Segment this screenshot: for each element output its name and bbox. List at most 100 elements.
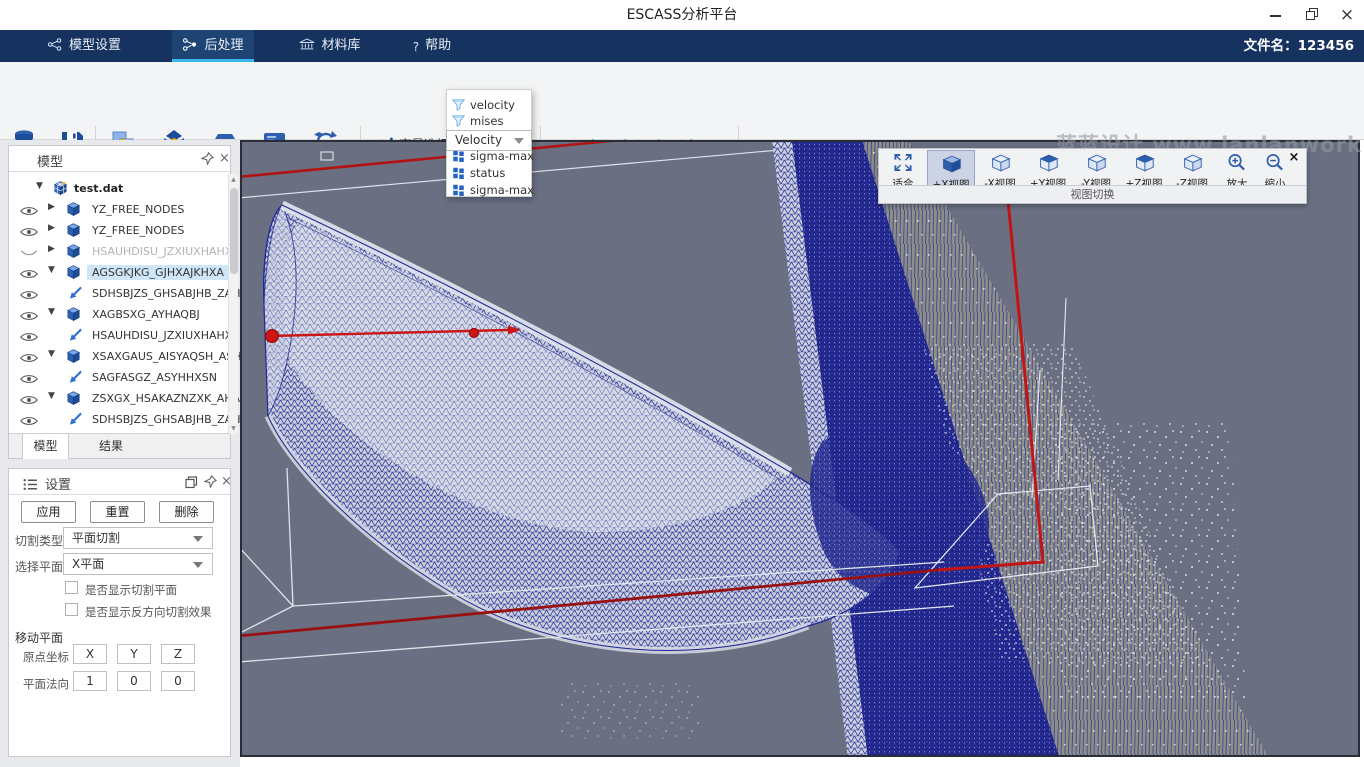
scroll-up-icon[interactable]: ▲: [229, 176, 238, 183]
tree-item-label[interactable]: AGSGKJKG_GJHXAJKHXA: [87, 265, 229, 280]
cube-icon: [65, 348, 82, 364]
view-toolbar: 适合 +X视图 -X视图 +Y视图 -Y视图 +Z视图 -Z视图 放大 缩小 ×…: [878, 148, 1307, 204]
origin-x-input[interactable]: [73, 644, 107, 664]
tab-result[interactable]: 结果: [81, 434, 141, 459]
cube-icon: [65, 243, 82, 259]
eye-icon[interactable]: [20, 307, 38, 321]
grid-icon: [452, 167, 465, 179]
view-minus-x-button[interactable]: -X视图: [976, 150, 1024, 186]
chevron-down-icon: [193, 562, 203, 568]
eye-icon[interactable]: [20, 349, 38, 363]
eye-icon[interactable]: [20, 328, 38, 342]
apply-button[interactable]: 应用: [21, 501, 76, 523]
tree-item-label[interactable]: SAGFASGZ_ASYHHXSN: [87, 370, 222, 385]
normal-y-input[interactable]: [117, 671, 151, 691]
tree-item-label[interactable]: YZ_FREE_NODES: [87, 223, 189, 238]
vector-arrow-icon: [67, 285, 84, 301]
viewport-3d[interactable]: [240, 140, 1360, 757]
expander-icon[interactable]: ▼: [48, 265, 60, 275]
tree-tab-bar: 模型 结果: [9, 433, 230, 458]
delete-button[interactable]: 删除: [159, 501, 214, 523]
zoom-out-icon: [1263, 153, 1287, 172]
expander-icon[interactable]: ▶: [48, 244, 60, 254]
dropdown-option[interactable]: mises: [452, 110, 503, 125]
fit-view-button[interactable]: 适合: [881, 150, 925, 186]
model-panel: 模型 × ▼ test.dat ▶ YZ_FREE_NODES ▶ YZ_FRE…: [8, 145, 231, 459]
restore-button[interactable]: [1300, 0, 1326, 30]
cube-icon: [65, 306, 82, 322]
pin-icon[interactable]: [204, 475, 217, 492]
origin-y-input[interactable]: [117, 644, 151, 664]
close-icon[interactable]: ×: [219, 151, 230, 166]
cube-icon: [65, 264, 82, 280]
close-icon[interactable]: ×: [221, 474, 232, 489]
plane-select[interactable]: X平面: [63, 553, 213, 575]
normal-x-input[interactable]: [73, 671, 107, 691]
tree-row: SAGFASGZ_ASYHHXSN: [10, 367, 229, 388]
menu-bar: 模型设置 后处理 材料库 ?帮助 文件名：123456: [0, 30, 1364, 62]
view-minus-y-button[interactable]: -Y视图: [1072, 150, 1120, 186]
eye-icon[interactable]: [20, 391, 38, 405]
tree-item-label[interactable]: XAGBSXG_AYHAQBJ: [87, 307, 205, 322]
eye-icon[interactable]: [20, 370, 38, 384]
view-plus-z-button[interactable]: +Z视图: [1120, 150, 1168, 186]
close-icon[interactable]: ×: [1286, 150, 1302, 166]
eye-icon[interactable]: [20, 412, 38, 426]
tree-item-label[interactable]: test.dat: [69, 181, 128, 196]
cut-type-select[interactable]: 平面切割: [63, 527, 213, 549]
close-button[interactable]: ×: [1334, 0, 1360, 30]
view-plus-x-button[interactable]: +X视图: [927, 150, 975, 186]
view-plus-y-button[interactable]: +Y视图: [1024, 150, 1072, 186]
show-cut-plane-checkbox[interactable]: [65, 581, 78, 594]
cube-minus-x-icon: [988, 153, 1012, 172]
menu-material-library[interactable]: 材料库: [290, 30, 370, 62]
title-bar: ESCASS分析平台 ×: [0, 0, 1364, 30]
cube-icon: [65, 390, 82, 406]
eye-icon[interactable]: [20, 202, 38, 216]
dropdown-option[interactable]: sigma-max: [452, 179, 534, 194]
tree-item-label[interactable]: YZ_FREE_NODES: [87, 202, 189, 217]
eye-icon[interactable]: [20, 265, 38, 279]
expander-icon[interactable]: ▼: [36, 181, 48, 191]
expander-icon[interactable]: ▶: [48, 202, 60, 212]
tree-row: ▼ test.dat: [10, 178, 229, 199]
zoom-in-button[interactable]: 放大: [1218, 150, 1256, 186]
menu-help[interactable]: ?帮助: [402, 30, 462, 62]
tree-item-label[interactable]: HSAUHDISU_JZXIUXHAHX: [87, 328, 237, 343]
scrollbar-thumb[interactable]: [230, 188, 238, 274]
tree-scrollbar[interactable]: ▲ ▼: [228, 174, 238, 434]
tab-model[interactable]: 模型: [22, 434, 69, 459]
eye-off-icon[interactable]: [20, 244, 38, 258]
mesh-scene[interactable]: [242, 142, 1358, 755]
tree-item-label[interactable]: HSAUHDISU_JZXIUXHAHX: [87, 244, 237, 259]
expander-icon[interactable]: ▼: [48, 391, 60, 401]
move-plane-title: 移动平面: [15, 629, 63, 646]
tree-row: ▼ XAGBSXG_AYHAQBJ: [10, 304, 229, 325]
cube-minus-z-icon: [1180, 153, 1204, 172]
variable-combo[interactable]: Velocity: [446, 130, 532, 151]
pin-icon[interactable]: [201, 152, 214, 169]
help-icon: ?: [413, 31, 419, 63]
expander-icon[interactable]: ▼: [48, 307, 60, 317]
expander-icon[interactable]: ▶: [48, 223, 60, 233]
normal-z-input[interactable]: [161, 671, 195, 691]
menu-post-processing[interactable]: 后处理: [172, 30, 254, 62]
tree-row: SDHSBJZS_GHSABJHB_ZAHU: [10, 283, 229, 304]
menu-model-settings[interactable]: 模型设置: [36, 30, 132, 62]
expander-icon[interactable]: ▼: [48, 349, 60, 359]
origin-z-input[interactable]: [161, 644, 195, 664]
view-minus-z-button[interactable]: -Z视图: [1168, 150, 1216, 186]
tree-row-selected: ▼ AGSGKJKG_GJHXAJKHXA: [10, 262, 229, 283]
reset-button[interactable]: 重置: [90, 501, 145, 523]
scroll-down-icon[interactable]: ▼: [229, 425, 238, 432]
minimize-button[interactable]: [1262, 0, 1288, 30]
tree-row: ▼ XSAXGAUS_AISYAQSH_ASHX: [10, 346, 229, 367]
dropdown-option[interactable]: status: [452, 162, 505, 177]
eye-icon[interactable]: [20, 286, 38, 300]
restore-panel-icon[interactable]: [185, 476, 198, 493]
app-title: ESCASS分析平台: [0, 0, 1364, 30]
vector-arrow-icon: [67, 369, 84, 385]
eye-icon[interactable]: [20, 223, 38, 237]
dropdown-option[interactable]: velocity: [452, 94, 515, 109]
show-reverse-cut-checkbox[interactable]: [65, 603, 78, 616]
